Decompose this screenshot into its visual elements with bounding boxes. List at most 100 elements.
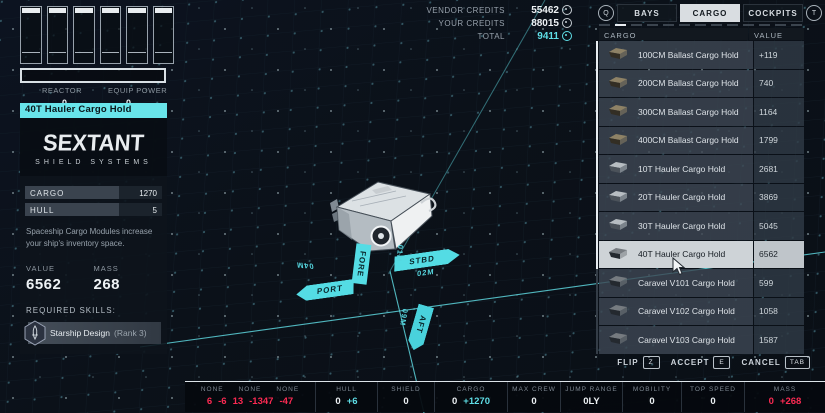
part-title: 40T Hauler Cargo Hold xyxy=(20,103,167,118)
parts-list-row[interactable]: 30T Hauler Cargo Hold5045 xyxy=(599,212,804,240)
tab-cockpits[interactable]: COCKPITS xyxy=(743,4,803,22)
credits-row: YOUR CREDITS88015 xyxy=(402,17,572,29)
parts-list-row[interactable]: 300CM Ballast Cargo Hold 1164 xyxy=(599,98,804,126)
stat-label: CARGO xyxy=(25,186,119,199)
pagination-dash xyxy=(615,24,626,26)
parts-list-row[interactable]: Caravel V103 Cargo Hold 1587 xyxy=(599,326,804,354)
part-name-cell: 20T Hauler Cargo Hold xyxy=(599,184,753,212)
part-value-cell: 1058 xyxy=(754,298,804,326)
list-scrollbar-thumb[interactable] xyxy=(596,41,598,269)
pagination-dash xyxy=(791,24,802,26)
part-value: 6562 xyxy=(759,249,778,259)
stat-column-values: 0+268 xyxy=(769,396,802,407)
pagination-dash xyxy=(631,24,642,26)
part-value: 740 xyxy=(759,78,773,88)
part-name: Caravel V103 Cargo Hold xyxy=(638,335,735,345)
credits-value: 88015 xyxy=(515,18,559,29)
part-thumbnail-icon xyxy=(607,190,629,205)
stat-value: 0 xyxy=(531,396,536,407)
stat-value: 1270 xyxy=(119,186,162,199)
part-value-cell: 599 xyxy=(754,269,804,297)
parts-list-row[interactable]: 20T Hauler Cargo Hold 3869 xyxy=(599,184,804,212)
stat-header: TOP SPEED xyxy=(690,386,736,393)
stat-header: NONE xyxy=(276,386,299,393)
stat-header: JUMP RANGE xyxy=(565,386,618,393)
part-name: 10T Hauler Cargo Hold xyxy=(638,164,725,174)
part-name-cell: 30T Hauler Cargo Hold xyxy=(599,212,753,240)
part-value-cell: +119 xyxy=(754,41,804,69)
credits-icon xyxy=(562,5,572,15)
part-name-cell: 10T Hauler Cargo Hold xyxy=(599,155,753,183)
tab-cargo[interactable]: CARGO xyxy=(680,4,740,22)
parts-list-row[interactable]: 10T Hauler Cargo Hold 2681 xyxy=(599,155,804,183)
power-bar xyxy=(47,6,69,64)
action-hints: FLIPZ ACCEPTE CANCELTAB xyxy=(598,356,810,369)
brand-name: SEXTANT xyxy=(23,129,164,156)
part-name: 200CM Ballast Cargo Hold xyxy=(638,78,739,88)
category-pagination xyxy=(599,24,809,26)
action-accept[interactable]: ACCEPTE xyxy=(671,356,731,369)
stat-column-headers: HULL xyxy=(336,386,357,393)
stat-column-max-crew: MAX CREW 0 xyxy=(507,382,560,412)
stat-value: 0 xyxy=(710,396,715,407)
part-thumbnail-icon xyxy=(607,104,629,119)
action-label: CANCEL xyxy=(741,358,780,367)
part-thumbnail-icon xyxy=(607,247,629,262)
part-thumbnail-icon xyxy=(607,304,629,319)
part-name-cell: 200CM Ballast Cargo Hold xyxy=(599,70,753,98)
action-flip[interactable]: FLIPZ xyxy=(617,356,659,369)
part-value: 1587 xyxy=(759,335,778,345)
part-thumbnail-icon xyxy=(607,47,629,62)
next-category-key[interactable]: T xyxy=(806,5,822,21)
pagination-dash xyxy=(647,24,658,26)
parts-list-row[interactable]: 400CM Ballast Cargo Hold1799 xyxy=(599,127,804,155)
stat-column-values: 0 xyxy=(403,396,408,407)
category-tabs: Q BAYSCARGOCOCKPITS T xyxy=(598,4,822,22)
stat-column-hull: HULL0+6 xyxy=(315,382,377,412)
pagination-dash xyxy=(599,24,610,26)
part-name: 100CM Ballast Cargo Hold xyxy=(638,50,739,60)
stat-header: CARGO xyxy=(457,386,486,393)
power-bar xyxy=(100,6,122,64)
action-label: FLIP xyxy=(617,358,638,367)
stat-value: 0 xyxy=(649,396,654,407)
mass-amount: 268 xyxy=(94,276,162,293)
parts-list-row[interactable]: 40T Hauler Cargo Hold6562 xyxy=(599,241,804,269)
stat-header: SHIELD xyxy=(391,386,420,393)
part-value: 1799 xyxy=(759,135,778,145)
stat-value: +1270 xyxy=(463,396,490,407)
credits-label: VENDOR CREDITS xyxy=(426,6,505,15)
key-hint: E xyxy=(713,356,730,369)
part-thumbnail-icon xyxy=(607,161,629,176)
parts-list-row[interactable]: 100CM Ballast Cargo Hold +119 xyxy=(599,41,804,69)
prev-category-key[interactable]: Q xyxy=(598,5,614,21)
credits-row: TOTAL9411 xyxy=(402,30,572,42)
parts-list-row[interactable]: Caravel V101 Cargo Hold599 xyxy=(599,269,804,297)
stat-column-values: 0+1270 xyxy=(452,396,490,407)
part-name: 300CM Ballast Cargo Hold xyxy=(638,107,739,117)
value-column-header: VALUE xyxy=(749,28,804,40)
stat-header: MAX CREW xyxy=(512,386,556,393)
value-label: VALUE xyxy=(26,264,94,273)
part-value: +119 xyxy=(759,50,778,60)
stat-column-mass: MASS0+268 xyxy=(744,382,825,412)
part-value: 1164 xyxy=(759,107,777,117)
part-name: 20T Hauler Cargo Hold xyxy=(638,192,725,202)
tab-bays[interactable]: BAYS xyxy=(617,4,677,22)
part-name: 30T Hauler Cargo Hold xyxy=(638,221,725,231)
part-detail-panel: 40T Hauler Cargo Hold SEXTANT SHIELD SYS… xyxy=(20,103,167,354)
stat-column-values: 0 xyxy=(649,396,654,407)
required-skills-label: REQUIRED SKILLS: xyxy=(26,306,161,315)
part-value: 3869 xyxy=(759,192,778,202)
parts-list-row[interactable]: 200CM Ballast Cargo Hold 740 xyxy=(599,70,804,98)
part-value-cell: 740 xyxy=(754,70,804,98)
part-value-cell: 2681 xyxy=(754,155,804,183)
stat-header: HULL xyxy=(336,386,357,393)
stat-value: 6 xyxy=(207,396,212,407)
stat-column-top-speed: TOP SPEED 0 xyxy=(681,382,744,412)
action-cancel[interactable]: CANCELTAB xyxy=(741,356,810,369)
parts-list: CARGO VALUE 100CM Ballast Cargo Hold+119… xyxy=(599,28,804,355)
parts-list-row[interactable]: Caravel V102 Cargo Hold1058 xyxy=(599,298,804,326)
mouse-cursor xyxy=(672,257,686,277)
credits-icon xyxy=(562,18,572,28)
